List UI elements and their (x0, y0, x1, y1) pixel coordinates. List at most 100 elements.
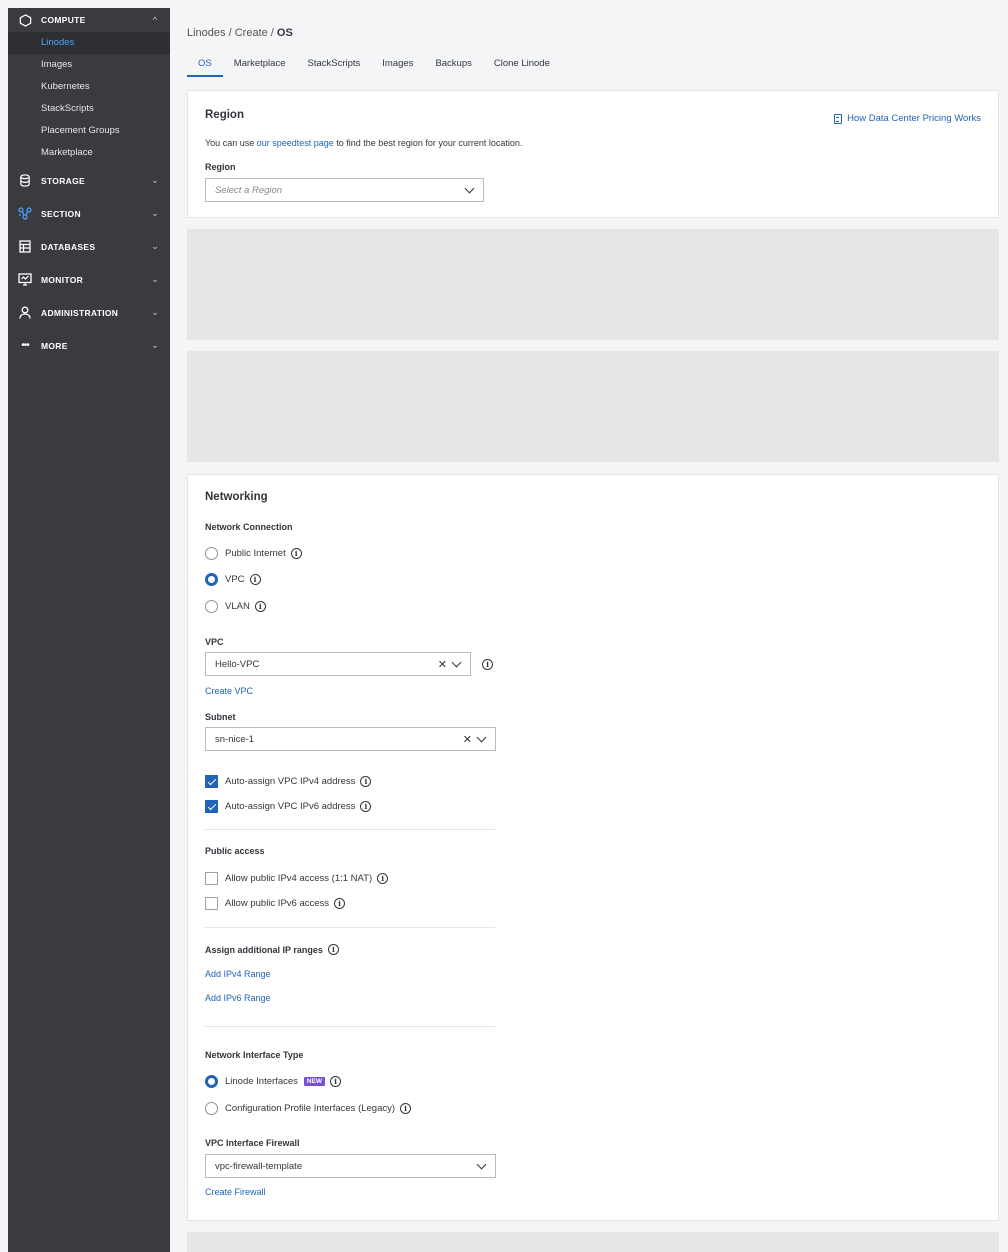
tab-clone-linode[interactable]: Clone Linode (483, 57, 561, 77)
info-icon[interactable]: i (482, 659, 493, 670)
tab-bar: OS Marketplace StackScripts Images Backu… (187, 57, 561, 77)
pricing-link-label: How Data Center Pricing Works (847, 113, 981, 124)
subnet-select-value: sn-nice-1 (215, 733, 255, 745)
checkbox[interactable] (205, 897, 218, 910)
sidebar-group-compute[interactable]: COMPUTE ^ (8, 8, 170, 32)
document-icon (834, 113, 843, 124)
chevron-down-icon (451, 657, 462, 667)
sidebar-group-label: STORAGE (41, 175, 85, 186)
sidebar-group-label: SECTION (41, 208, 81, 219)
info-icon[interactable]: i (377, 873, 389, 884)
allow-ipv4-checkbox-row[interactable]: Allow public IPv4 access (1:1 NAT) i (205, 872, 389, 885)
sidebar-item-kubernetes[interactable]: Kubernetes (8, 76, 170, 98)
sidebar-item-stackscripts[interactable]: StackScripts (8, 98, 170, 120)
tab-backups[interactable]: Backups (424, 57, 482, 77)
sidebar-item-linodes[interactable]: Linodes (8, 32, 170, 54)
tab-stackscripts[interactable]: StackScripts (296, 57, 371, 77)
sidebar-group-label: MONITOR (41, 274, 84, 285)
radio-config-profile-interfaces[interactable]: Configuration Profile Interfaces (Legacy… (205, 1102, 412, 1115)
sidebar-group-more[interactable]: ••• MORE ⌄ (8, 329, 170, 362)
checkbox[interactable] (205, 800, 218, 813)
help-prefix: You can use (205, 138, 257, 148)
radio-button[interactable] (205, 1075, 218, 1088)
checkbox-label: Allow public IPv6 access (225, 898, 330, 909)
sidebar-group-administration[interactable]: ADMINISTRATION ⌄ (8, 296, 170, 329)
checkbox[interactable] (205, 775, 218, 788)
region-help-text: You can use our speedtest page to find t… (205, 138, 522, 148)
table-grid-icon (18, 240, 32, 254)
radio-public-internet[interactable]: Public Internet i (205, 547, 302, 560)
info-icon[interactable]: i (327, 944, 339, 955)
tab-os[interactable]: OS (187, 57, 223, 77)
sidebar-item-images[interactable]: Images (8, 54, 170, 76)
radio-label: VLAN (225, 601, 250, 612)
radio-button[interactable] (205, 573, 218, 586)
radio-label: VPC (225, 574, 245, 585)
info-icon[interactable]: i (360, 776, 372, 787)
region-select-placeholder: Select a Region (215, 184, 283, 196)
info-icon[interactable]: i (254, 601, 266, 612)
main-content: Linodes / Create / OS OS Marketplace Sta… (170, 8, 1000, 1252)
region-select[interactable]: Select a Region (205, 178, 484, 202)
add-ipv4-range-link[interactable]: Add IPv4 Range (205, 969, 271, 979)
auto-ipv6-checkbox-row[interactable]: Auto-assign VPC IPv6 address i (205, 800, 372, 813)
radio-button[interactable] (205, 600, 218, 613)
create-firewall-link[interactable]: Create Firewall (205, 1187, 266, 1197)
help-suffix: to find the best region for your current… (333, 138, 523, 148)
vpc-select-value: Hello-VPC (215, 658, 260, 670)
checkbox[interactable] (205, 872, 218, 885)
sidebar-group-databases[interactable]: DATABASES ⌄ (8, 230, 170, 263)
create-vpc-link[interactable]: Create VPC (205, 686, 253, 696)
breadcrumb-current: OS (276, 27, 293, 39)
subnet-label: Subnet (205, 712, 236, 722)
loading-placeholder (187, 229, 999, 340)
radio-vlan[interactable]: VLAN i (205, 600, 266, 613)
info-icon[interactable]: i (334, 898, 346, 909)
clear-icon[interactable]: ✕ (438, 658, 447, 671)
checkbox-label: Allow public IPv4 access (1:1 NAT) (225, 873, 373, 884)
breadcrumb-linodes[interactable]: Linodes (187, 27, 226, 39)
network-connection-label: Network Connection (205, 522, 293, 532)
radio-button[interactable] (205, 1102, 218, 1115)
add-ipv6-range-link[interactable]: Add IPv6 Range (205, 993, 271, 1003)
radio-label: Public Internet (225, 548, 286, 559)
firewall-label: VPC Interface Firewall (205, 1138, 300, 1148)
tab-marketplace[interactable]: Marketplace (223, 57, 297, 77)
info-icon[interactable]: i (400, 1103, 412, 1114)
more-dots-icon: ••• (21, 340, 30, 351)
chevron-down-icon: ⌄ (151, 175, 159, 185)
speedtest-link[interactable]: our speedtest page (257, 138, 334, 148)
chevron-down-icon (464, 183, 475, 193)
subnet-select[interactable]: sn-nice-1 ✕ (205, 727, 496, 751)
region-title: Region (205, 109, 244, 121)
vpc-select[interactable]: Hello-VPC ✕ (205, 652, 471, 676)
user-icon (18, 306, 32, 320)
sidebar-item-marketplace[interactable]: Marketplace (8, 142, 170, 164)
sidebar-group-label: ADMINISTRATION (41, 307, 119, 318)
sidebar-group-label: DATABASES (41, 241, 96, 252)
sidebar-group-storage[interactable]: STORAGE ⌄ (8, 164, 170, 197)
sidebar-group-label: COMPUTE (41, 15, 86, 25)
sidebar-item-placement-groups[interactable]: Placement Groups (8, 120, 170, 142)
sidebar-group-monitor[interactable]: MONITOR ⌄ (8, 263, 170, 296)
networking-title: Networking (205, 491, 268, 503)
tab-images[interactable]: Images (371, 57, 424, 77)
info-icon[interactable]: i (330, 1076, 342, 1087)
public-access-label: Public access (205, 846, 265, 856)
radio-vpc[interactable]: VPC i (205, 573, 261, 586)
pricing-link[interactable]: How Data Center Pricing Works (834, 113, 981, 124)
breadcrumb-separator: / (267, 27, 277, 39)
radio-linode-interfaces[interactable]: Linode Interfaces NEW i (205, 1075, 342, 1088)
auto-ipv4-checkbox-row[interactable]: Auto-assign VPC IPv4 address i (205, 775, 372, 788)
radio-button[interactable] (205, 547, 218, 560)
info-icon[interactable]: i (249, 574, 261, 585)
breadcrumb-create[interactable]: Create (235, 27, 268, 39)
networking-card: Networking Network Connection Public Int… (187, 474, 999, 1221)
checkbox-label: Auto-assign VPC IPv4 address (225, 776, 356, 787)
info-icon[interactable]: i (290, 548, 302, 559)
allow-ipv6-checkbox-row[interactable]: Allow public IPv6 access i (205, 897, 346, 910)
clear-icon[interactable]: ✕ (463, 733, 472, 746)
firewall-select[interactable]: vpc-firewall-template (205, 1154, 496, 1178)
info-icon[interactable]: i (360, 801, 372, 812)
sidebar-group-section[interactable]: SECTION ⌄ (8, 197, 170, 230)
